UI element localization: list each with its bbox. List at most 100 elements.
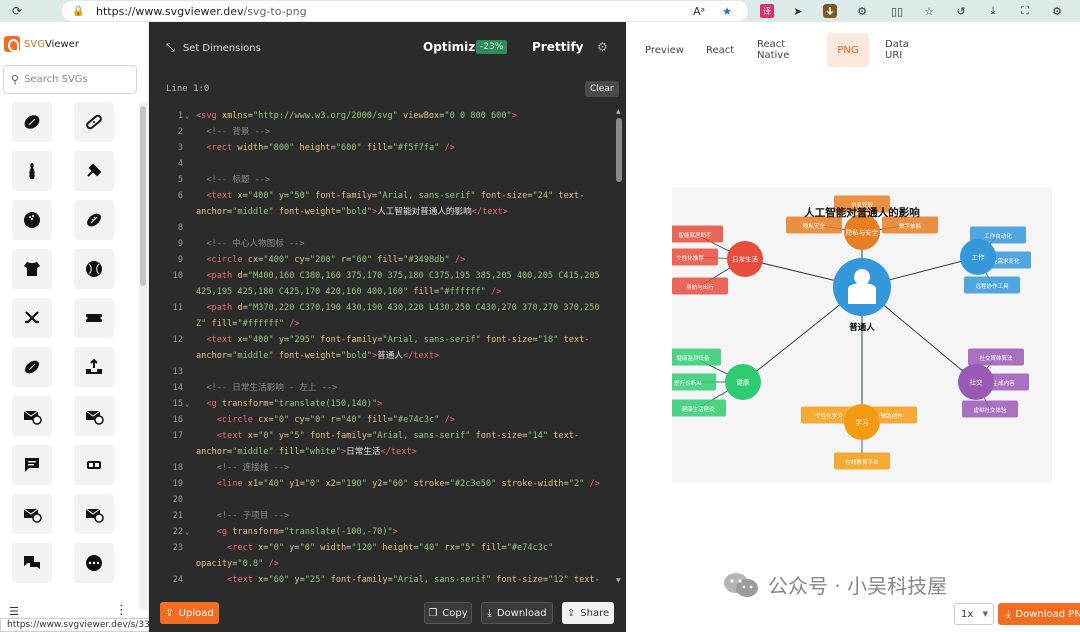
- svg-icon-email-block-2[interactable]: [74, 396, 114, 436]
- baseball-icon: [86, 261, 102, 277]
- code-line[interactable]: 11 <path d="M370,220 C370,190 430,190 43…: [149, 300, 615, 316]
- code-line[interactable]: 4: [149, 156, 615, 172]
- code-area[interactable]: 1 ⌄ <svg xmlns="http://www.w3.org/2000/svg…: [149, 108, 615, 584]
- settings-gear-icon[interactable]: ⚙: [1048, 2, 1066, 20]
- code-line[interactable]: 12 <text x="400" y="295" font-family="Ar…: [149, 332, 615, 348]
- clear-button[interactable]: Clear: [585, 81, 619, 97]
- share-icon: ⇪: [566, 607, 576, 619]
- sub-item-label: 个性化学习: [815, 412, 843, 420]
- editor-scrollbar[interactable]: ▲ ▼: [615, 108, 623, 584]
- downloads-icon[interactable]: ⤓: [984, 2, 1002, 20]
- address-bar[interactable]: 🔒 https://www.svgviewer.dev/svg-to-png: [62, 1, 748, 21]
- svg-icon-email-block-3[interactable]: [12, 494, 52, 534]
- extensions-icon[interactable]: ⚙: [853, 2, 871, 20]
- search-input[interactable]: [24, 74, 125, 85]
- layers-icon[interactable]: ☰: [9, 605, 19, 618]
- cursor-extension-icon[interactable]: ➤: [789, 2, 807, 20]
- code-line[interactable]: 16 <circle cx="0" cy="0" r="40" fill="#e…: [149, 412, 615, 428]
- code-line[interactable]: Z" fill="#ffffff" />: [149, 316, 615, 332]
- optimize-button[interactable]: Optimize: [423, 40, 483, 54]
- svg-icon-badminton[interactable]: [74, 151, 114, 191]
- share-button[interactable]: ⇪ Share: [562, 602, 614, 624]
- svg-icon-jersey[interactable]: [12, 249, 52, 289]
- sub-item-label: 在线教育平台: [845, 458, 879, 466]
- code-line[interactable]: 9 <!-- 中心人物图标 -->: [149, 236, 615, 252]
- logo[interactable]: SVGViewer: [4, 36, 79, 52]
- read-aloud-icon[interactable]: Aᵃ: [690, 2, 708, 20]
- set-dimensions-button[interactable]: ⤡ Set Dimensions: [166, 41, 261, 55]
- tab-png[interactable]: PNG: [827, 33, 869, 67]
- bowling-ball-icon: [24, 212, 40, 228]
- code-line[interactable]: 21 <!-- 子项目 -->: [149, 508, 615, 524]
- code-line[interactable]: 19 <line x1="40" y1="0" x2="190" y2="60"…: [149, 476, 615, 492]
- download-png-button[interactable]: ⤓Download PNG: [998, 603, 1080, 625]
- upload-button[interactable]: ⇪ Upload: [160, 602, 219, 624]
- download-extension-icon[interactable]: [821, 2, 839, 20]
- svg-icon-email-block-4[interactable]: [74, 494, 114, 534]
- svg-icon-chat-more[interactable]: [74, 543, 114, 583]
- vr-headset-icon: [87, 461, 101, 469]
- scale-select[interactable]: 1x ▼: [954, 603, 994, 625]
- code-line[interactable]: 14 <!-- 日常生活影响 - 左上 -->: [149, 380, 615, 396]
- tab-react-native[interactable]: React Native: [757, 33, 789, 67]
- sidebar-scrollbar[interactable]: [139, 102, 147, 610]
- tab-react[interactable]: React: [706, 33, 734, 67]
- code-line[interactable]: 9 <circle cx="400" cy="200" r="60" fill=…: [149, 252, 615, 268]
- svg-icon-upload-tray[interactable]: [74, 347, 114, 387]
- copy-button[interactable]: ❐ Copy: [424, 602, 472, 624]
- more-icon[interactable]: ⋮: [115, 603, 128, 618]
- svg-icon-ticket[interactable]: [74, 298, 114, 338]
- editor-settings-icon[interactable]: ⚙: [597, 40, 608, 54]
- svg-icon-rugby-ball[interactable]: [12, 102, 52, 142]
- hub-label: 日常生活: [732, 255, 759, 264]
- svg-icon-football[interactable]: [74, 200, 114, 240]
- search-box[interactable]: ⚲: [3, 65, 137, 94]
- code-line[interactable]: anchor="middle" fill="white">日常生活</text>: [149, 444, 615, 460]
- translate-icon[interactable]: 译: [758, 2, 776, 20]
- svg-icon-bandage[interactable]: [74, 102, 114, 142]
- svg-icon-chat-dots[interactable]: [12, 445, 52, 485]
- svg-icon-email-block-1[interactable]: [12, 396, 52, 436]
- tab-data-uri[interactable]: Data URI: [885, 33, 909, 67]
- code-line[interactable]: 2 <!-- 背景 -->: [149, 124, 615, 140]
- svg-icon-chat-bubbles[interactable]: [12, 543, 52, 583]
- url-text: https://www.svgviewer.dev/svg-to-png: [96, 4, 307, 18]
- split-screen-icon[interactable]: ▯▯: [888, 2, 906, 20]
- favorites-icon[interactable]: ☆: [920, 2, 938, 20]
- screenshot-icon[interactable]: ⛶: [1016, 2, 1034, 20]
- code-line[interactable]: 8: [149, 220, 615, 236]
- code-line[interactable]: 15 ⌄ <g transform="translate(150,140)">: [149, 396, 615, 412]
- hub-label: 社交: [970, 378, 984, 387]
- code-line[interactable]: 425,195 425,180 C425,170 420,160 400,160…: [149, 284, 615, 300]
- code-line[interactable]: 1 ⌄ <svg xmlns="http://www.w3.org/2000/svg…: [149, 108, 615, 124]
- svg-icon-bowling-pin[interactable]: [12, 151, 52, 191]
- svg-icon-hockey[interactable]: [12, 298, 52, 338]
- favorite-star-icon[interactable]: ★: [718, 2, 736, 20]
- svg-icon-vr-headset[interactable]: [74, 445, 114, 485]
- svg-icon-baseball[interactable]: [74, 249, 114, 289]
- copy-icon: ❐: [428, 607, 438, 619]
- code-line[interactable]: 17 <text x="0" y="5" font-family="Arial,…: [149, 428, 615, 444]
- download-icon: ⤓: [487, 607, 492, 619]
- refresh-icon[interactable]: ⟳: [6, 0, 28, 22]
- code-line[interactable]: 5 <!-- 标题 -->: [149, 172, 615, 188]
- download-button[interactable]: ⤓ Download: [481, 602, 553, 624]
- code-line[interactable]: 6 <text x="400" y="50" font-family="Aria…: [149, 188, 615, 204]
- code-line[interactable]: 3 <rect width="800" height="600" fill="#…: [149, 140, 615, 156]
- code-line[interactable]: 13: [149, 364, 615, 380]
- code-line[interactable]: opacity="0.8" />: [149, 556, 615, 572]
- svg-icon-bowling-ball[interactable]: [12, 200, 52, 240]
- code-line[interactable]: 23 <rect x="0" y="0" width="120" height=…: [149, 540, 615, 556]
- code-line[interactable]: 18 <!-- 连接线 -->: [149, 460, 615, 476]
- tab-preview[interactable]: Preview: [645, 33, 684, 67]
- code-line[interactable]: 22 ⌄ <g transform="translate(-100,-70)">: [149, 524, 615, 540]
- code-line[interactable]: anchor="middle" font-weight="bold">普通人</…: [149, 348, 615, 364]
- code-line[interactable]: 20: [149, 492, 615, 508]
- history-icon[interactable]: ↺: [952, 2, 970, 20]
- code-line[interactable]: anchor="middle" font-weight="bold">人工智能对…: [149, 204, 615, 220]
- code-line[interactable]: 10 <path d="M400,160 C380,160 375,170 37…: [149, 268, 615, 284]
- chat-more-icon: [86, 555, 102, 571]
- code-line[interactable]: 24 <text x="60" y="25" font-family="Aria…: [149, 572, 615, 584]
- svg-icon-football-2[interactable]: [12, 347, 52, 387]
- prettify-button[interactable]: Prettify: [532, 40, 583, 54]
